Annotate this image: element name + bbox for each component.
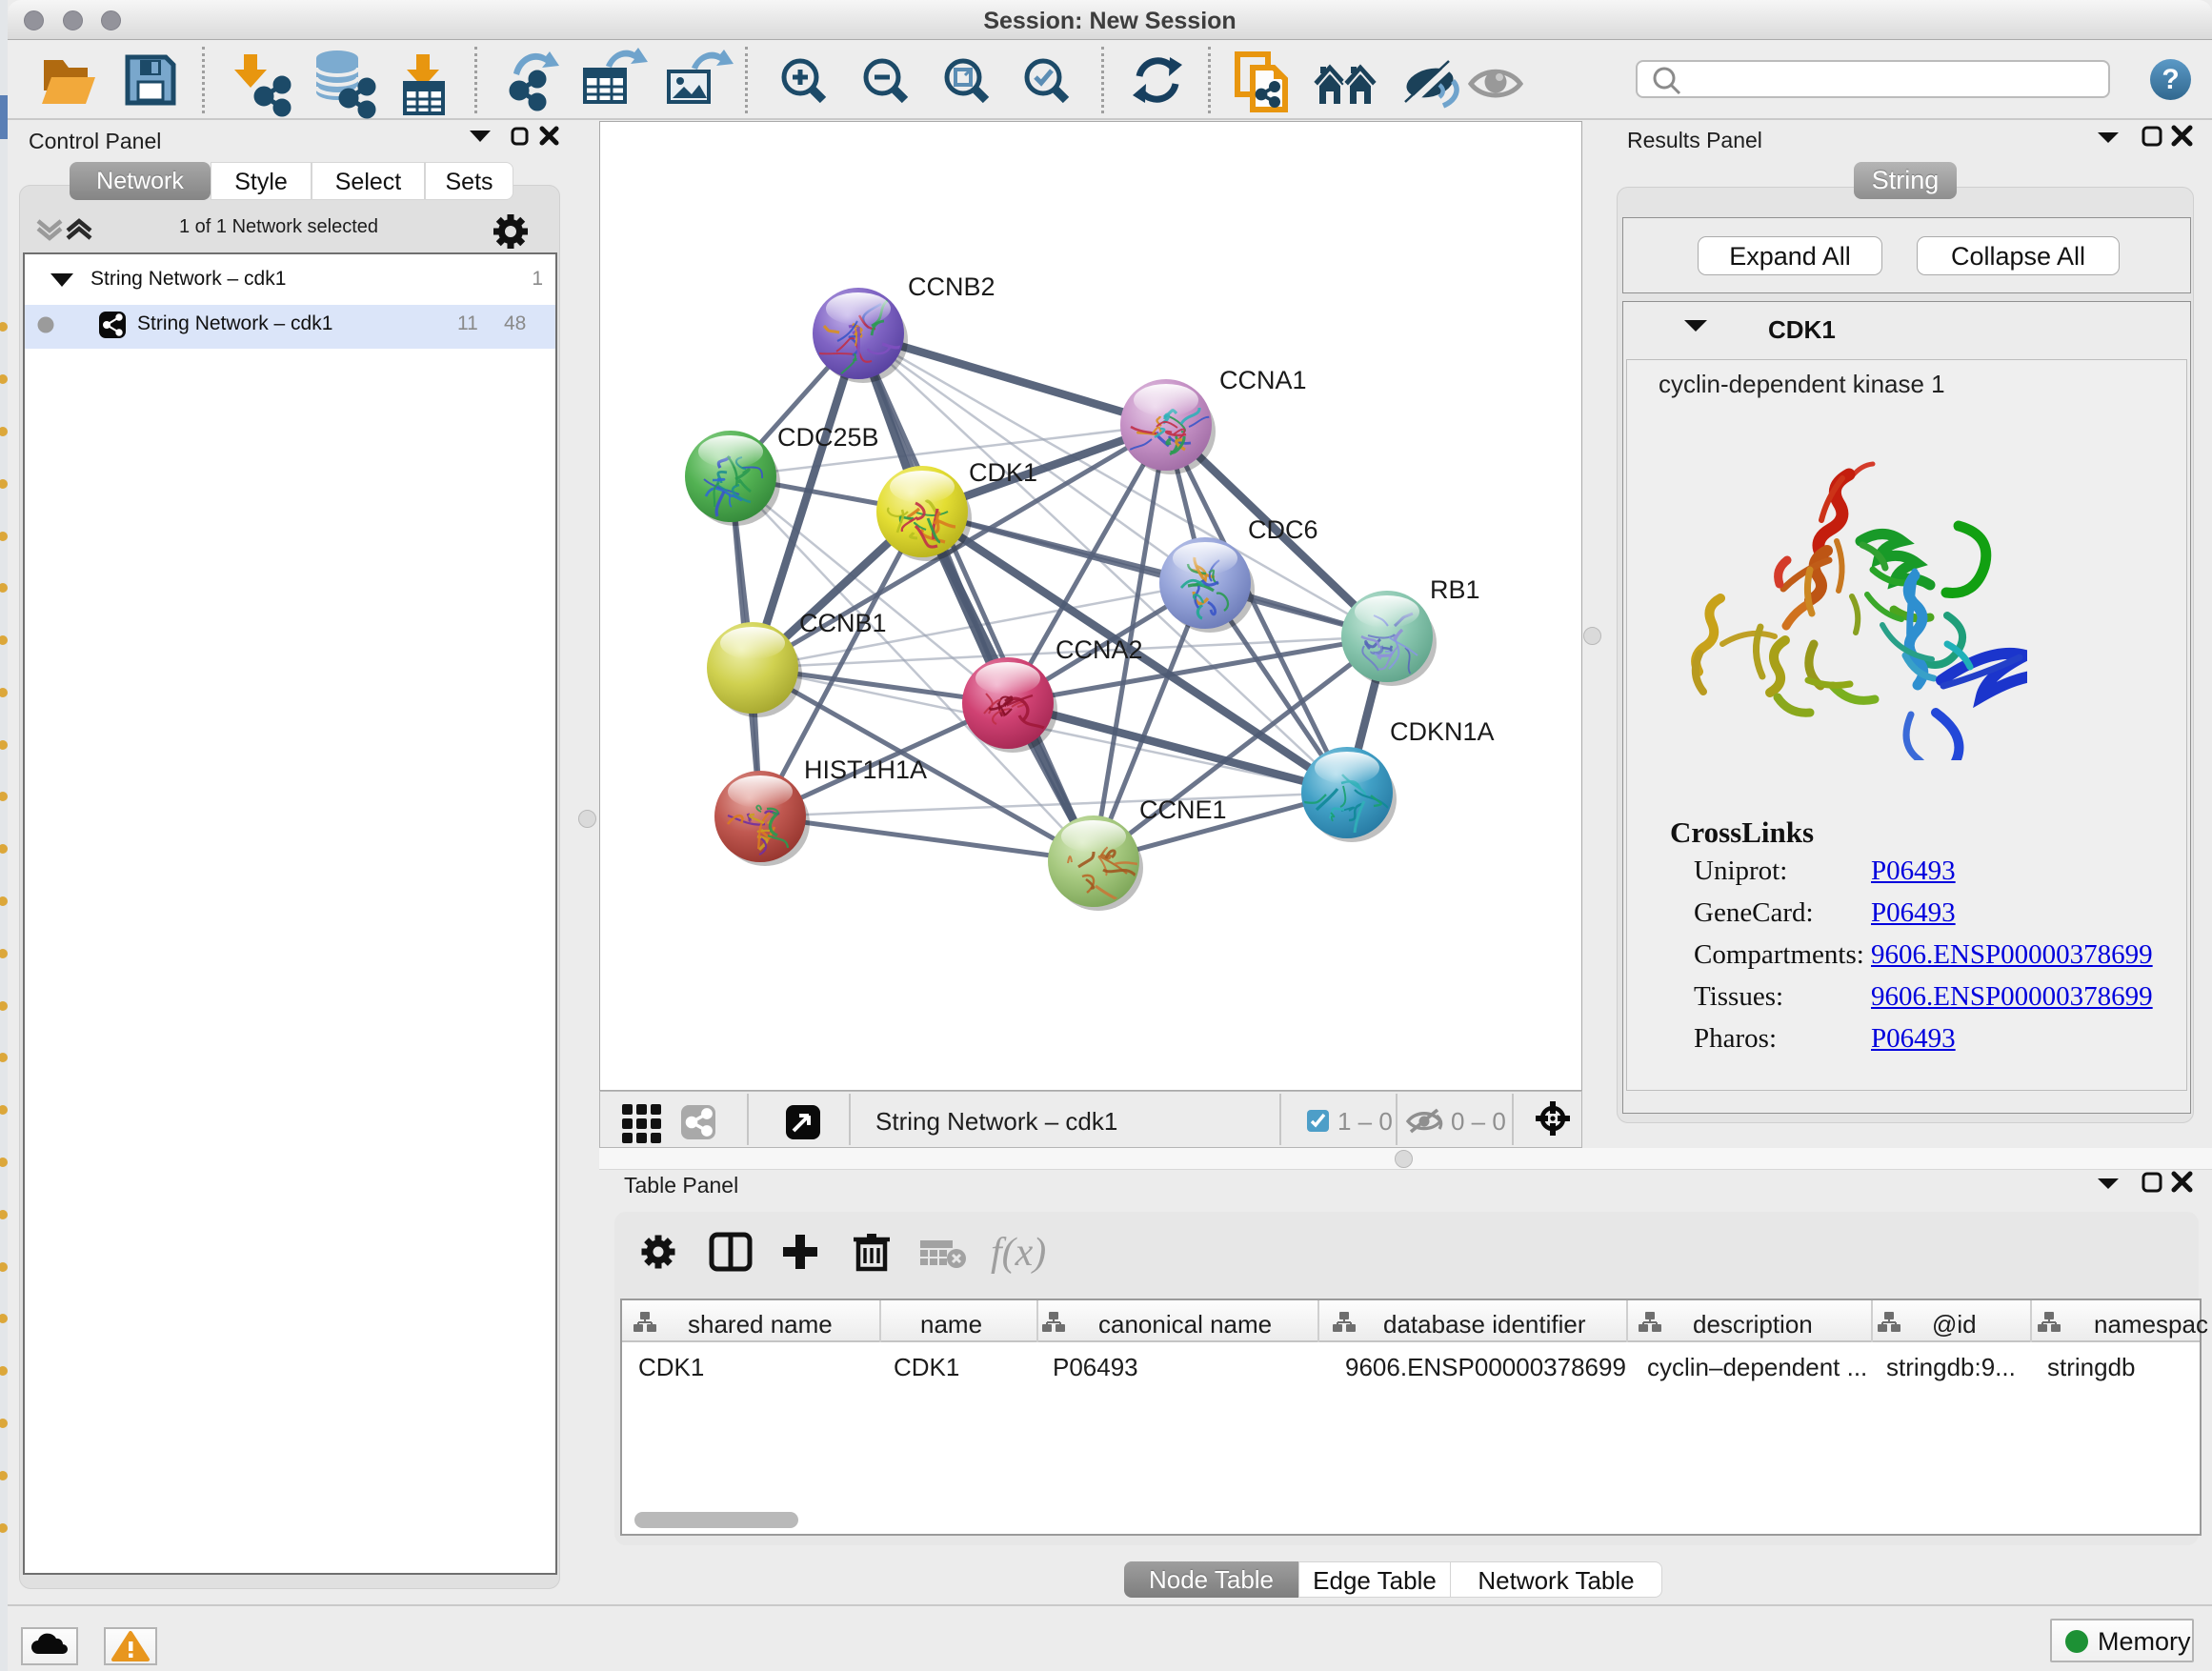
svg-text:CDC25B: CDC25B (777, 423, 879, 452)
svg-text:RB1: RB1 (1430, 575, 1480, 604)
svg-text:String Network – cdk1: String Network – cdk1 (875, 1107, 1117, 1136)
svg-text:CCNA2: CCNA2 (1056, 635, 1143, 664)
svg-text:CCNA1: CCNA1 (1219, 366, 1307, 394)
svg-text:CDC6: CDC6 (1248, 515, 1318, 544)
svg-text:1 – 0: 1 – 0 (1337, 1107, 1393, 1136)
svg-text:HIST1H1A: HIST1H1A (804, 755, 927, 784)
svg-text:CDK1: CDK1 (969, 458, 1037, 487)
svg-text:CCNE1: CCNE1 (1139, 795, 1227, 824)
svg-text:f(x): f(x) (991, 1231, 1046, 1275)
svg-text:CCNB2: CCNB2 (908, 272, 995, 301)
svg-text:0 – 0: 0 – 0 (1451, 1107, 1506, 1136)
svg-text:CDKN1A: CDKN1A (1390, 717, 1495, 746)
svg-text:CCNB1: CCNB1 (799, 609, 887, 637)
